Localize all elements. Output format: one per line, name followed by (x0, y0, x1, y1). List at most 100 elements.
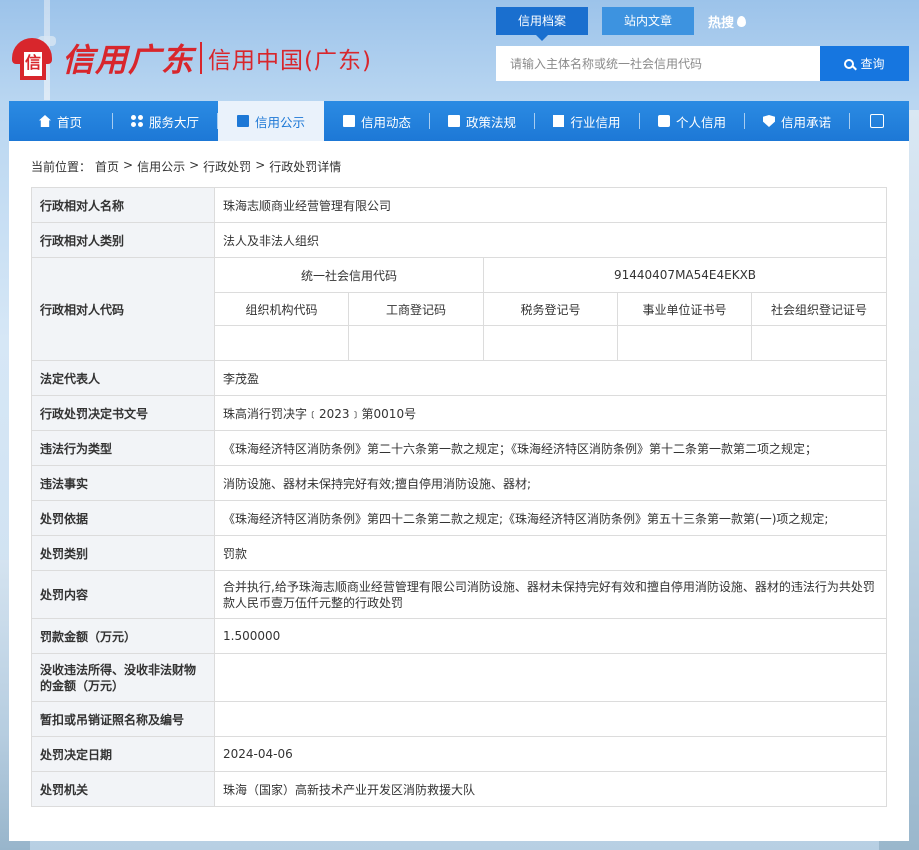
org-code-label: 组织机构代码 (214, 292, 349, 326)
field-label: 行政相对人类别 (31, 222, 215, 258)
logo-divider (200, 42, 203, 74)
logo-emblem-icon: 信 (8, 34, 56, 82)
breadcrumb-separator: > (189, 158, 200, 172)
subject-name-value: 珠海志顺商业经营管理有限公司 (213, 187, 888, 223)
nav-label: 行业信用 (570, 114, 621, 130)
nav-label: 首页 (56, 114, 82, 130)
flame-icon (737, 15, 747, 27)
home-icon (38, 115, 51, 127)
table-row: 行政处罚决定书文号 珠高消行罚决字﹝2023﹞第0010号 (31, 395, 888, 431)
search-scope-tabs: 信用档案 站内文章 热搜 (496, 7, 747, 41)
policy-icon (447, 115, 460, 127)
field-label: 处罚依据 (31, 500, 215, 536)
uscc-label: 统一社会信用代码 (214, 257, 484, 293)
field-label: 行政处罚决定书文号 (31, 395, 215, 431)
nav-item-credit-commitment[interactable]: 信用承诺 (745, 101, 849, 141)
institution-cert-value (617, 325, 752, 361)
search-bar: 查询 (496, 46, 909, 81)
nav-label: 个人信用 (675, 114, 726, 130)
field-label: 违法事实 (31, 465, 215, 501)
search-button-label: 查询 (860, 57, 885, 71)
nav-item-credit-news[interactable]: 信用动态 (325, 101, 429, 141)
nav-exit-button[interactable] (850, 101, 904, 141)
grid-icon (130, 115, 143, 127)
breadcrumb-publicity[interactable]: 信用公示 (137, 158, 185, 175)
publicity-icon (236, 115, 249, 127)
news-icon (342, 115, 355, 127)
nav-label: 信用动态 (360, 114, 411, 130)
logo-subtitle: 信用中国(广东) (208, 48, 372, 74)
field-label: 没收违法所得、没收非法财物的金额（万元） (31, 653, 215, 702)
business-reg-label: 工商登记码 (348, 292, 484, 326)
confiscation-amount-value (213, 653, 888, 702)
main-content: 当前位置： 首页 > 信用公示 > 行政处罚 > 行政处罚详情 行政相对人名称 … (9, 141, 909, 841)
nav-item-policy[interactable]: 政策法规 (430, 101, 534, 141)
decision-doc-no-value: 珠高消行罚决字﹝2023﹞第0010号 (213, 395, 888, 431)
nav-item-personal-credit[interactable]: 个人信用 (640, 101, 744, 141)
social-org-reg-label: 社会组织登记证号 (750, 292, 888, 326)
nav-item-service-hall[interactable]: 服务大厅 (113, 101, 217, 141)
tab-credit-archive[interactable]: 信用档案 (496, 7, 589, 41)
license-revocation-value (213, 701, 888, 737)
tax-reg-value (483, 325, 618, 361)
uscc-value: 91440407MA54E4EKXB (482, 257, 888, 293)
org-code-value (214, 325, 349, 361)
tax-reg-label: 税务登记号 (483, 292, 618, 326)
nav-item-home[interactable]: 首页 (9, 101, 112, 141)
field-label: 处罚内容 (31, 570, 215, 619)
fine-amount-value: 1.500000 (213, 618, 888, 654)
breadcrumb: 当前位置： 首页 > 信用公示 > 行政处罚 > 行政处罚详情 (31, 158, 341, 175)
penalty-authority-value: 珠海（国家）高新技术产业开发区消防救援大队 (213, 771, 888, 807)
person-icon (657, 115, 670, 127)
subject-category-value: 法人及非法人组织 (213, 222, 888, 258)
nav-item-credit-publicity[interactable]: 信用公示 (218, 101, 324, 141)
field-label: 法定代表人 (31, 360, 215, 396)
table-row: 违法事实 消防设施、器材未保持完好有效;擅自停用消防设施、器材; (31, 465, 888, 501)
field-label: 罚款金额（万元） (31, 618, 215, 654)
field-label: 处罚决定日期 (31, 736, 215, 772)
shield-icon (762, 115, 775, 127)
penalty-basis-value: 《珠海经济特区消防条例》第四十二条第二款之规定;《珠海经济特区消防条例》第五十三… (213, 500, 888, 536)
search-button[interactable]: 查询 (820, 46, 909, 81)
breadcrumb-prefix: 当前位置： (31, 160, 92, 174)
site-header: 信 信用广东 信用中国(广东) 信用档案 站内文章 热搜 查询 (0, 0, 919, 100)
violation-type-value: 《珠海经济特区消防条例》第二十六条第一款之规定；《珠海经济特区消防条例》第十二条… (213, 430, 888, 466)
hot-search-link[interactable]: 热搜 (708, 12, 747, 31)
nav-label: 信用承诺 (780, 114, 831, 130)
field-label: 处罚类别 (31, 535, 215, 571)
table-row: 处罚内容 合并执行,给予珠海志顺商业经营管理有限公司消防设施、器材未保持完好有效… (31, 570, 888, 619)
breadcrumb-penalty[interactable]: 行政处罚 (203, 158, 251, 175)
table-row: 处罚依据 《珠海经济特区消防条例》第四十二条第二款之规定;《珠海经济特区消防条例… (31, 500, 888, 536)
table-row: 暂扣或吊销证照名称及编号 (31, 701, 888, 737)
table-row: 没收违法所得、没收非法财物的金额（万元） (31, 653, 888, 702)
business-reg-value (348, 325, 484, 361)
site-logo[interactable]: 信 信用广东 信用中国(广东) (8, 34, 372, 82)
table-row: 行政相对人代码 统一社会信用代码 91440407MA54E4EKXB (31, 257, 888, 361)
field-label: 行政相对人名称 (31, 187, 215, 223)
table-row: 处罚机关 珠海（国家）高新技术产业开发区消防救援大队 (31, 771, 888, 807)
breadcrumb-home[interactable]: 首页 (95, 158, 119, 175)
penalty-content-value: 合并执行,给予珠海志顺商业经营管理有限公司消防设施、器材未保持完好有效和擅自停用… (213, 570, 888, 619)
penalty-detail-table: 行政相对人名称 珠海志顺商业经营管理有限公司 行政相对人类别 法人及非法人组织 … (31, 187, 888, 807)
table-row: 罚款金额（万元） 1.500000 (31, 618, 888, 654)
field-label: 处罚机关 (31, 771, 215, 807)
institution-cert-label: 事业单位证书号 (617, 292, 752, 326)
table-row: 行政相对人名称 珠海志顺商业经营管理有限公司 (31, 187, 888, 223)
tab-site-articles[interactable]: 站内文章 (602, 7, 695, 35)
breadcrumb-current: 行政处罚详情 (269, 160, 342, 174)
field-label: 违法行为类型 (31, 430, 215, 466)
main-nav: 首页 服务大厅 信用公示 信用动态 政策法规 行业信用 个人信用 信用承诺 (9, 101, 909, 141)
search-input[interactable] (496, 46, 820, 81)
nav-label: 政策法规 (465, 114, 516, 130)
nav-item-industry-credit[interactable]: 行业信用 (535, 101, 639, 141)
table-row: 违法行为类型 《珠海经济特区消防条例》第二十六条第一款之规定；《珠海经济特区消防… (31, 430, 888, 466)
field-label: 行政相对人代码 (31, 257, 215, 361)
nav-label: 信用公示 (254, 114, 305, 130)
table-row: 处罚决定日期 2024-04-06 (31, 736, 888, 772)
legal-rep-value: 李茂盈 (213, 360, 888, 396)
industry-icon (553, 115, 565, 127)
violation-facts-value: 消防设施、器材未保持完好有效;擅自停用消防设施、器材; (213, 465, 888, 501)
logo-name: 信用广东 (62, 41, 195, 79)
field-label: 暂扣或吊销证照名称及编号 (31, 701, 215, 737)
search-icon (844, 58, 855, 69)
